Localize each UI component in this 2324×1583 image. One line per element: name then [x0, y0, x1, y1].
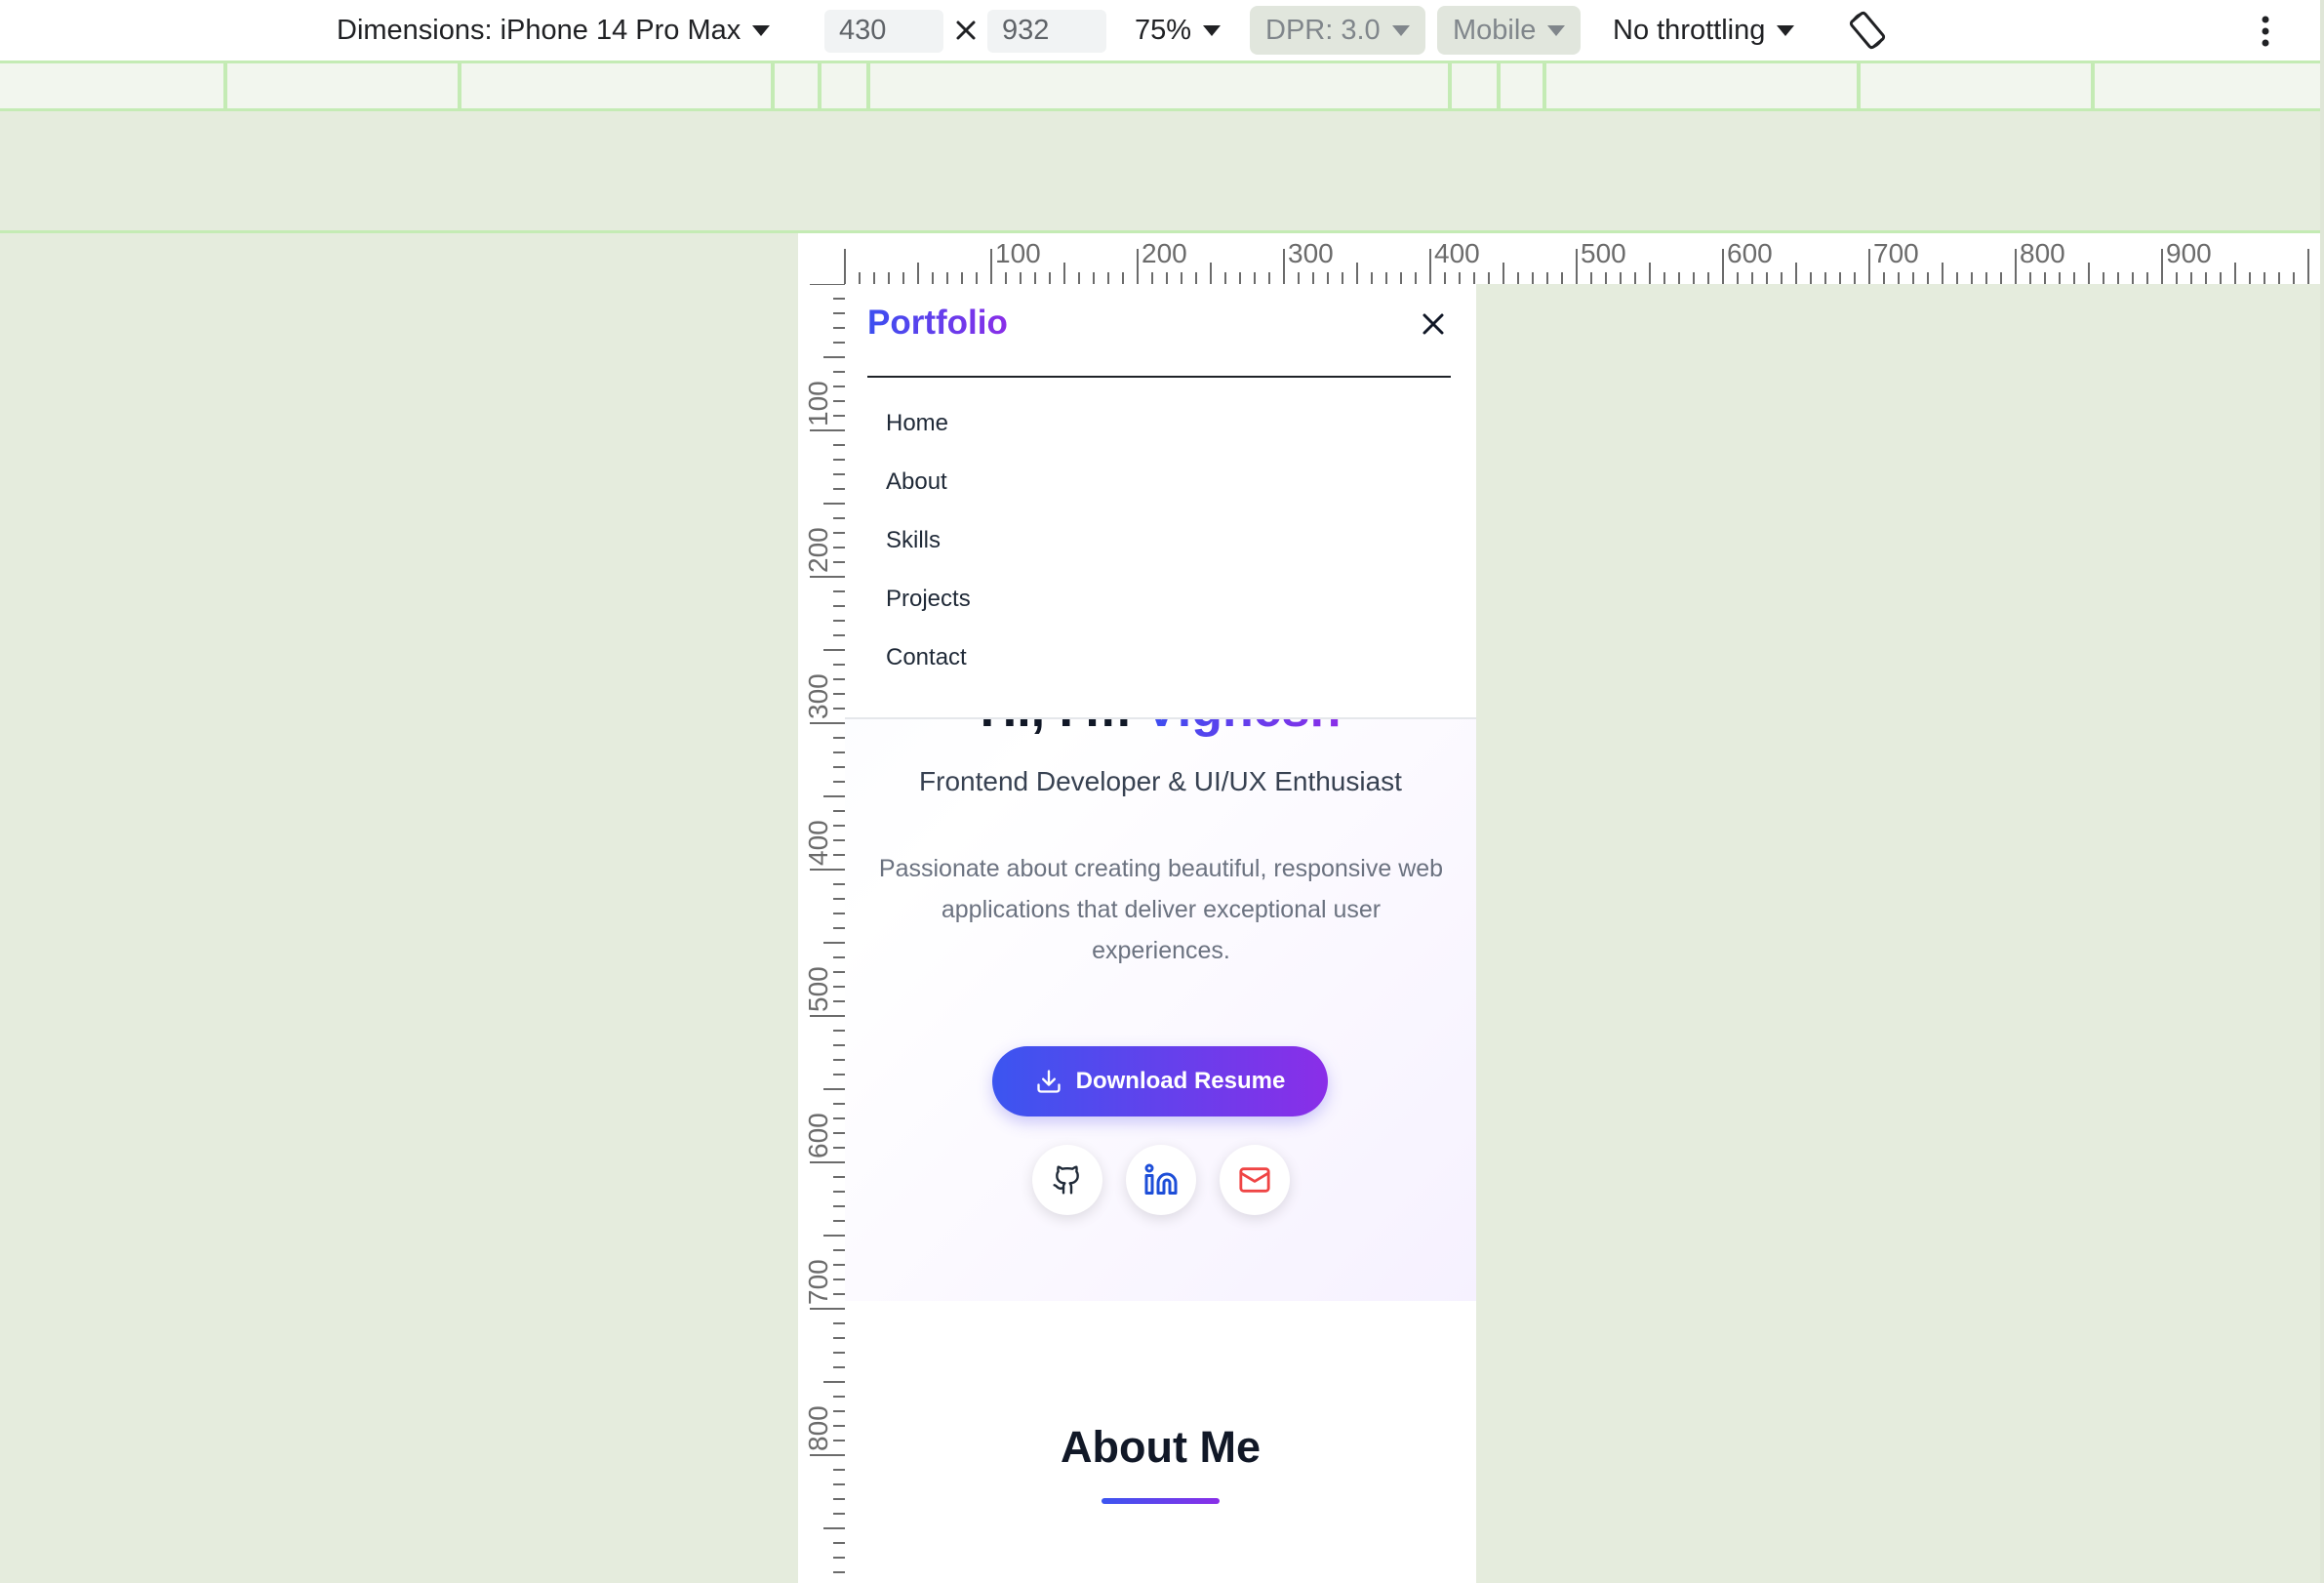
ruler-label: 400: [1434, 238, 1480, 268]
ruler-label: 100: [995, 238, 1041, 268]
throttling-label: No throttling: [1613, 14, 1766, 46]
throttling-dropdown[interactable]: No throttling: [1613, 0, 1795, 61]
close-icon: [1422, 313, 1444, 335]
hero-description: Passionate about creating beautiful, res…: [878, 855, 1444, 964]
ruler-label: 300: [1288, 238, 1334, 268]
hero-subtitle: Frontend Developer & UI/UX Enthusiast: [919, 766, 1402, 796]
mobile-nav-menu: Portfolio Home About Skills Projects Con…: [845, 284, 1476, 719]
zoom-dropdown[interactable]: 75%: [1135, 0, 1222, 61]
media-query-marker[interactable]: [2091, 63, 2095, 108]
nav-item-about[interactable]: About: [886, 467, 971, 526]
mail-icon: [1238, 1167, 1270, 1193]
social-links: [845, 1145, 1476, 1215]
ruler-label: 900: [2166, 238, 2212, 268]
window-right-border: [2320, 0, 2324, 1583]
device-type-label: Mobile: [1453, 14, 1537, 46]
chevron-down-icon: [752, 24, 771, 36]
about-section-title: About Me: [1061, 1422, 1261, 1472]
nav-item-projects[interactable]: Projects: [886, 585, 971, 643]
ruler-label: 100: [803, 381, 833, 426]
chevron-down-icon: [1547, 24, 1566, 36]
nav-item-contact[interactable]: Contact: [886, 643, 971, 702]
portfolio-logo[interactable]: Portfolio: [867, 304, 1008, 343]
download-resume-label: Download Resume: [1075, 1068, 1286, 1094]
ruler-label: 600: [1727, 238, 1773, 268]
media-query-marker[interactable]: [458, 63, 461, 108]
media-query-marker[interactable]: [771, 63, 775, 108]
width-input[interactable]: 430: [839, 0, 886, 61]
about-title-underline: [1102, 1498, 1220, 1504]
github-link[interactable]: [1031, 1145, 1102, 1215]
email-link[interactable]: [1219, 1145, 1290, 1215]
device-dimensions-dropdown[interactable]: Dimensions: iPhone 14 Pro Max: [337, 0, 771, 61]
dpr-label: DPR: 3.0: [1265, 14, 1381, 46]
height-input[interactable]: 932: [1002, 0, 1049, 61]
rotate-icon[interactable]: [1845, 8, 1890, 53]
nav-divider: [867, 376, 1451, 378]
ruler-label: 700: [1873, 238, 1919, 268]
nav-item-home[interactable]: Home: [886, 409, 971, 467]
ruler-label: 800: [2020, 238, 2065, 268]
zoom-label: 75%: [1135, 14, 1192, 46]
ruler-label: 700: [803, 1259, 833, 1305]
ruler-label: 500: [1581, 238, 1626, 268]
linkedin-icon: [1144, 1163, 1177, 1195]
ruler-label: 300: [803, 673, 833, 719]
chevron-down-icon: [1777, 24, 1795, 36]
media-query-marker[interactable]: [1543, 63, 1546, 108]
close-menu-button[interactable]: [1419, 309, 1448, 339]
media-query-marker[interactable]: [223, 63, 227, 108]
ruler-label: 400: [803, 820, 833, 866]
media-query-bar: [0, 61, 2324, 111]
chevron-down-icon: [1203, 24, 1222, 36]
device-type-dropdown[interactable]: Mobile: [1437, 6, 1582, 55]
chevron-down-icon: [1391, 24, 1410, 36]
ruler-label: 800: [803, 1405, 833, 1451]
media-query-marker[interactable]: [1857, 63, 1861, 108]
download-resume-button[interactable]: Download Resume: [992, 1046, 1328, 1116]
ruler-label: 200: [1142, 238, 1187, 268]
horizontal-ruler: 100 200 300 400 500 600 700 800 900: [798, 233, 2320, 284]
nav-list: Home About Skills Projects Contact: [886, 409, 971, 702]
nav-item-skills[interactable]: Skills: [886, 526, 971, 585]
device-dimensions-label: Dimensions: iPhone 14 Pro Max: [337, 14, 741, 46]
times-icon: [955, 0, 977, 61]
github-icon: [1052, 1165, 1079, 1195]
download-icon: [1036, 1070, 1061, 1093]
linkedin-link[interactable]: [1125, 1145, 1196, 1215]
ruler-label: 600: [803, 1113, 833, 1158]
ruler-label: 500: [803, 966, 833, 1012]
media-query-marker[interactable]: [1448, 63, 1452, 108]
ruler-label: 200: [803, 527, 833, 573]
media-query-marker[interactable]: [1497, 63, 1501, 108]
media-query-marker[interactable]: [866, 63, 870, 108]
mobile-viewport: Hi, I'm Vignesh Frontend Developer & UI/…: [845, 284, 1476, 1583]
devtools-device-toolbar: Dimensions: iPhone 14 Pro Max 430 932 75…: [0, 0, 2324, 61]
vertical-ruler: 100 200 300 400 500 600 700 800: [798, 283, 845, 1583]
dpr-dropdown[interactable]: DPR: 3.0: [1250, 6, 1425, 55]
media-query-marker[interactable]: [818, 63, 821, 108]
more-options-icon[interactable]: [2254, 12, 2277, 51]
